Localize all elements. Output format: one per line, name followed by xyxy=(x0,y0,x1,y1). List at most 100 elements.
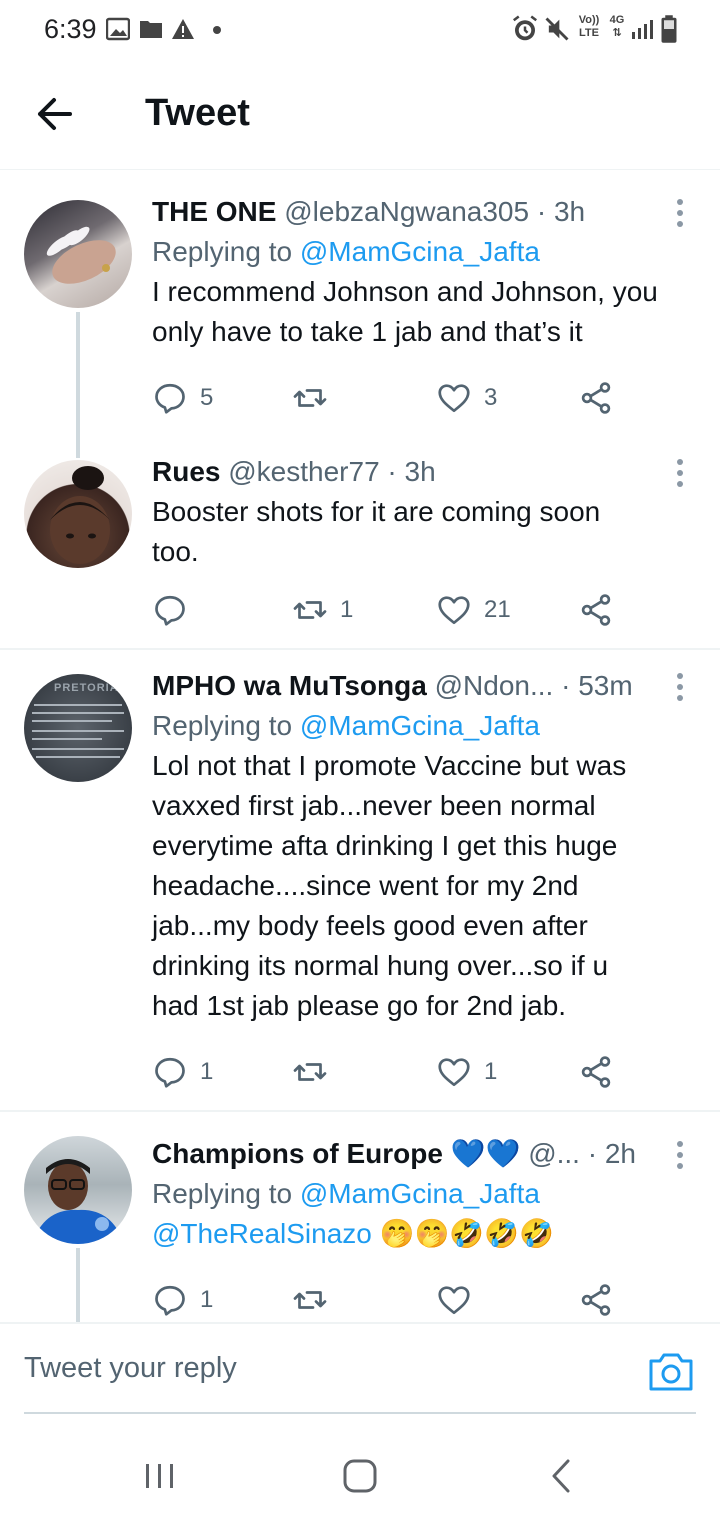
volte-icon: Vo)) LTE xyxy=(574,14,604,44)
timestamp[interactable]: 53m xyxy=(578,670,632,701)
reply-mention-link[interactable]: @MamGcina_Jafta xyxy=(300,710,540,741)
retweet-button[interactable] xyxy=(292,1278,340,1322)
avatar[interactable] xyxy=(24,1136,132,1244)
more-options-icon[interactable] xyxy=(674,198,686,228)
display-name[interactable]: Rues xyxy=(152,456,220,487)
replying-to: Replying to @MamGcina_Jafta xyxy=(152,232,690,272)
tweet-actions: 5 3 xyxy=(152,376,622,420)
heart-icon xyxy=(438,596,470,625)
separator: · xyxy=(387,456,397,487)
tweet-text-line: Booster shots for it are coming soon xyxy=(152,496,601,527)
tweet-text-line: I recommend Johnson and Johnson, you xyxy=(152,276,658,307)
handle[interactable]: @Ndon... xyxy=(435,670,554,701)
page-title: Tweet xyxy=(145,92,250,134)
more-options-icon[interactable] xyxy=(674,1140,686,1170)
tweet-actions: 1 1 xyxy=(152,1050,622,1094)
share-button[interactable] xyxy=(578,588,614,632)
replying-to: Replying to @MamGcina_Jafta xyxy=(152,706,690,746)
reply-composer: Tweet your reply xyxy=(0,1322,720,1414)
like-button[interactable]: 1 xyxy=(436,1050,497,1094)
tweet-header: THE ONE @lebzaNgwana305 · 3h xyxy=(152,192,690,232)
tweet-content: Champions of Europe 💙💙 @... · 2h Replyin… xyxy=(152,1134,690,1254)
avatar-caption: PRETORIA xyxy=(54,682,119,694)
tweet-text-line: Lol not that I promote Vaccine but was xyxy=(152,750,627,781)
retweet-button[interactable]: 1 xyxy=(292,588,353,632)
avatar-person-image xyxy=(32,1159,124,1244)
tweet-text: Booster shots for it are coming soon too… xyxy=(152,492,690,572)
display-name[interactable]: Champions of Europe xyxy=(152,1138,443,1169)
volte-bottom-label: LTE xyxy=(579,27,599,39)
share-button[interactable] xyxy=(578,1278,614,1322)
volte-top-label: Vo)) xyxy=(578,14,600,26)
share-button[interactable] xyxy=(578,376,614,420)
replying-to-prefix: Replying to xyxy=(152,1178,293,1209)
avatar[interactable] xyxy=(24,200,132,308)
reply-mention-link[interactable]: @MamGcina_Jafta xyxy=(300,1178,540,1209)
image-icon xyxy=(106,17,130,41)
timestamp[interactable]: 3h xyxy=(405,456,436,487)
home-icon[interactable] xyxy=(336,1452,384,1500)
back-arrow-icon[interactable] xyxy=(26,84,86,144)
tweet-content: MPHO wa MuTsonga @Ndon... · 53m Replying… xyxy=(152,666,690,1026)
reply-button[interactable] xyxy=(152,588,200,632)
tweet-item[interactable]: PRETORIA MPHO wa MuTsonga @Ndon... · 53m… xyxy=(0,650,720,1110)
share-icon xyxy=(581,382,611,414)
like-button[interactable]: 21 xyxy=(436,588,511,632)
reply-button[interactable]: 1 xyxy=(152,1050,213,1094)
retweet-icon xyxy=(293,389,327,407)
tweet-item[interactable]: Champions of Europe 💙💙 @... · 2h Replyin… xyxy=(0,1112,720,1322)
tweet-text: @TheRealSinazo 🤭🤭🤣🤣🤣 xyxy=(152,1214,690,1254)
battery-icon xyxy=(661,15,677,43)
system-nav-bar xyxy=(0,1430,720,1520)
tweet-item[interactable]: THE ONE @lebzaNgwana305 · 3h Replying to… xyxy=(0,170,720,460)
display-name[interactable]: THE ONE xyxy=(152,196,276,227)
tweet-item[interactable]: Rues @kesther77 · 3h Booster shots for i… xyxy=(0,450,720,648)
dot-icon xyxy=(213,26,221,34)
handle[interactable]: @... xyxy=(528,1138,580,1169)
avatar[interactable]: PRETORIA xyxy=(24,674,132,782)
retweet-button[interactable] xyxy=(292,376,340,420)
mention-link[interactable]: @TheRealSinazo xyxy=(152,1218,372,1249)
tweet-actions: 1 21 xyxy=(152,588,622,632)
reply-button[interactable]: 5 xyxy=(152,376,213,420)
recent-apps-icon[interactable] xyxy=(136,1452,184,1500)
tweet-text-line: headache....since went for my 2nd xyxy=(152,870,579,901)
emoji-text: 🤭🤭🤣🤣🤣 xyxy=(379,1218,554,1249)
tweet-text-line: had 1st jab please go for 2nd jab. xyxy=(152,990,567,1021)
reply-button[interactable]: 1 xyxy=(152,1278,213,1322)
tweet-text-line: everytime afta drinking I get this huge xyxy=(152,830,618,861)
like-button[interactable] xyxy=(436,1278,484,1322)
display-name[interactable]: MPHO wa MuTsonga xyxy=(152,670,427,701)
timestamp[interactable]: 3h xyxy=(554,196,585,227)
reply-icon xyxy=(155,1285,185,1316)
tweet-header: MPHO wa MuTsonga @Ndon... · 53m xyxy=(152,666,690,706)
handle[interactable]: @lebzaNgwana305 xyxy=(284,196,529,227)
reply-count: 1 xyxy=(200,1286,214,1313)
like-button[interactable]: 3 xyxy=(436,376,497,420)
reply-icon xyxy=(155,1057,185,1088)
more-options-icon[interactable] xyxy=(674,672,686,702)
alarm-icon xyxy=(513,15,537,41)
tweet-content: THE ONE @lebzaNgwana305 · 3h Replying to… xyxy=(152,192,690,352)
retweet-icon xyxy=(293,1063,327,1081)
retweet-button[interactable] xyxy=(292,1050,340,1094)
share-icon xyxy=(581,1056,611,1088)
heart-icon xyxy=(438,1286,470,1315)
back-nav-icon[interactable] xyxy=(538,1452,586,1500)
like-count: 21 xyxy=(484,596,511,623)
more-options-icon[interactable] xyxy=(674,458,686,488)
reply-input[interactable]: Tweet your reply xyxy=(24,1352,237,1385)
timestamp[interactable]: 2h xyxy=(605,1138,636,1169)
name-emoji: 💙💙 xyxy=(450,1138,521,1169)
heart-icon xyxy=(438,384,470,413)
warning-icon xyxy=(172,19,194,39)
share-button[interactable] xyxy=(578,1050,614,1094)
like-count: 3 xyxy=(484,384,498,411)
camera-icon[interactable] xyxy=(648,1352,694,1392)
tweet-header: Champions of Europe 💙💙 @... · 2h xyxy=(152,1134,690,1174)
separator: · xyxy=(561,670,571,701)
handle[interactable]: @kesther77 xyxy=(228,456,379,487)
reply-mention-link[interactable]: @MamGcina_Jafta xyxy=(300,236,540,267)
avatar[interactable] xyxy=(24,460,132,568)
replying-to-prefix: Replying to xyxy=(152,236,293,267)
